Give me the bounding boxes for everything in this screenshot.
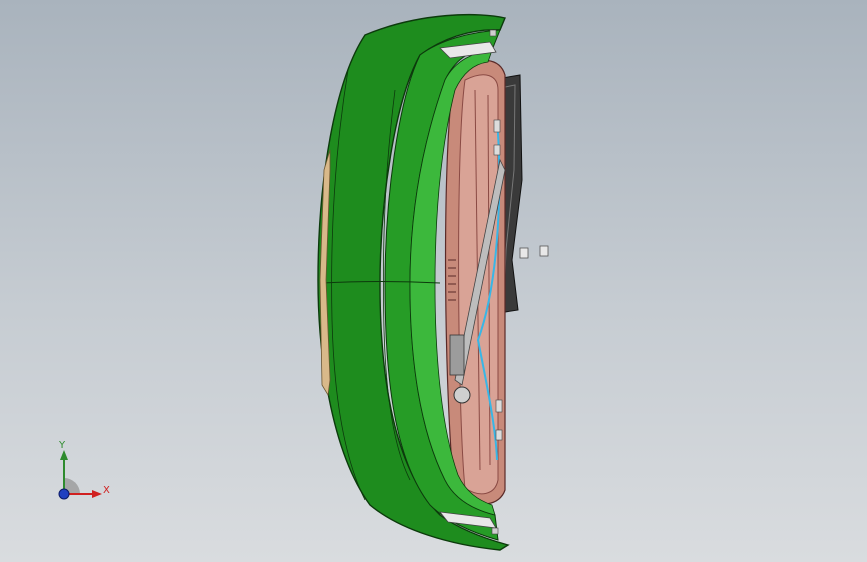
bumper-assembly-model[interactable] [0,0,867,562]
coordinate-triad: Y X [40,436,120,516]
y-axis-label: Y [59,440,66,451]
x-axis-label: X [103,485,110,496]
cad-graphics-viewport[interactable]: Y X [0,0,867,562]
triad-icon [58,450,102,500]
